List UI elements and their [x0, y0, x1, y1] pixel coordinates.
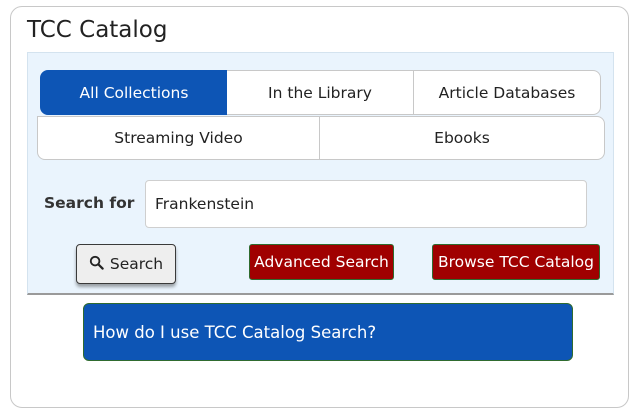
search-icon	[89, 255, 104, 274]
card-title: TCC Catalog	[27, 17, 168, 43]
search-button-label: Search	[109, 255, 164, 273]
catalog-card: TCC Catalog All Collections In the Libra…	[10, 6, 629, 408]
advanced-search-button[interactable]: Advanced Search	[249, 244, 394, 280]
search-button[interactable]: Search	[76, 244, 176, 284]
search-label: Search for	[44, 194, 135, 212]
tab-streaming-video[interactable]: Streaming Video	[37, 116, 320, 160]
tab-in-the-library[interactable]: In the Library	[227, 70, 414, 115]
search-input[interactable]	[145, 180, 587, 228]
search-panel: All Collections In the Library Article D…	[27, 52, 614, 295]
browse-catalog-button[interactable]: Browse TCC Catalog	[432, 244, 600, 280]
help-link-button[interactable]: How do I use TCC Catalog Search?	[83, 303, 573, 361]
tab-ebooks[interactable]: Ebooks	[319, 116, 605, 160]
tab-all-collections[interactable]: All Collections	[40, 70, 228, 115]
tab-article-databases[interactable]: Article Databases	[413, 70, 601, 115]
